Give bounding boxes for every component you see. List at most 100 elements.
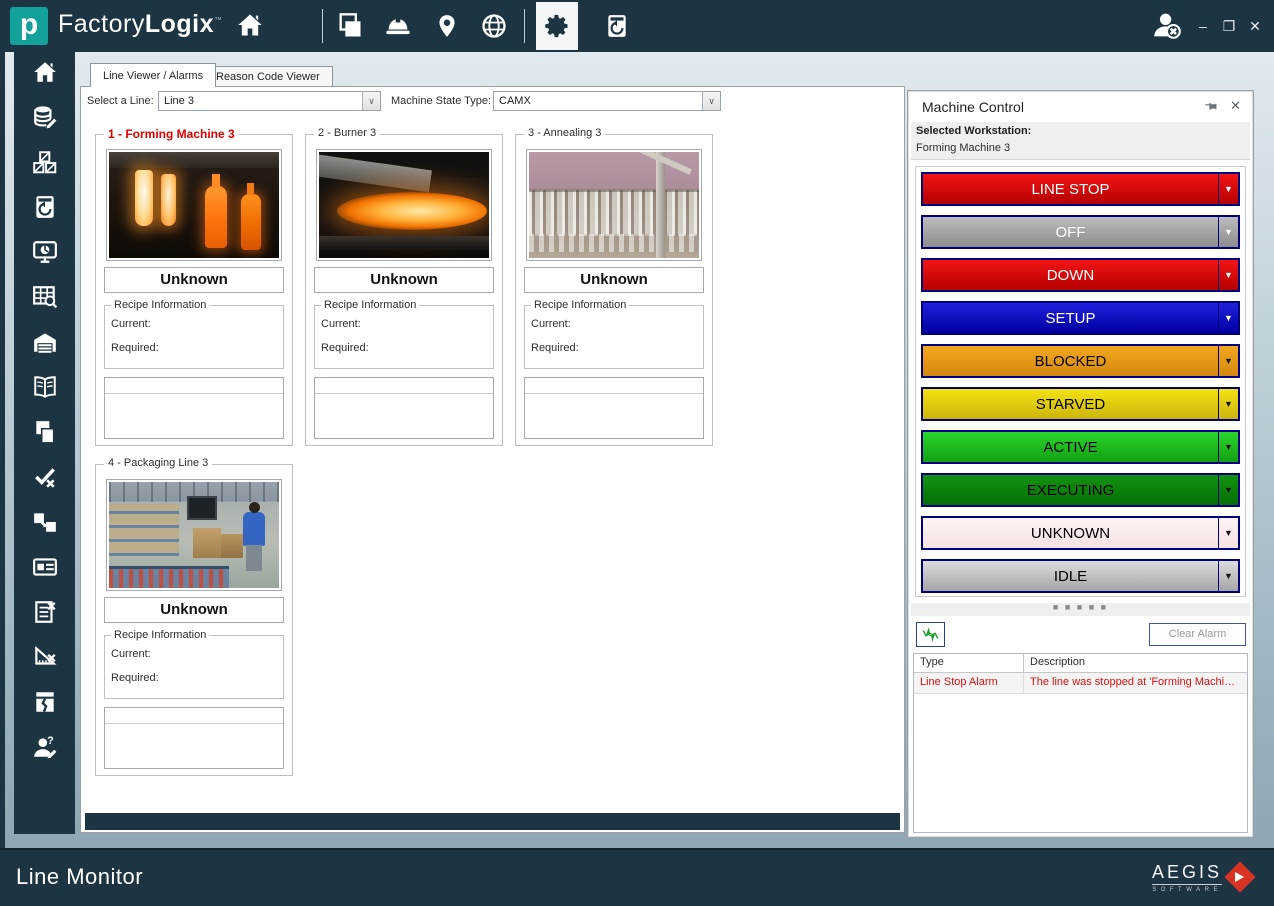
chevron-down-icon[interactable]: ▼	[1218, 561, 1238, 591]
sidebar-item-verify[interactable]	[14, 457, 75, 502]
recipe-current-label: Current:	[111, 318, 151, 330]
sidebar-item-documents[interactable]	[14, 412, 75, 457]
svg-text:?: ?	[47, 735, 54, 747]
toolbar-separator	[322, 9, 323, 43]
state-button-line-stop[interactable]: LINE STOP▼	[921, 172, 1240, 206]
sidebar-item-docs[interactable]	[14, 367, 75, 412]
machine-image-frame	[526, 149, 702, 261]
machine-panel-packaging[interactable]: 4 - Packaging Line 3 Unknown Recipe Info…	[95, 464, 293, 776]
documents-icon	[32, 419, 58, 450]
selected-workstation-band: Selected Workstation: Forming Machine 3	[911, 122, 1250, 160]
sidebar-item-restore[interactable]	[14, 187, 75, 232]
user-logout-icon[interactable]	[1150, 8, 1184, 47]
pin-icon[interactable]	[1204, 101, 1217, 119]
machine-alarm-list	[104, 377, 284, 439]
maximize-button[interactable]: ❐	[1220, 18, 1238, 35]
sidebar-item-data[interactable]	[14, 97, 75, 142]
state-button-blocked[interactable]: BLOCKED▼	[921, 344, 1240, 378]
sidebar-item-scrap[interactable]	[14, 682, 75, 727]
tab-reason-code-viewer[interactable]: Reason Code Viewer	[203, 66, 333, 87]
minimize-button[interactable]: –	[1194, 18, 1212, 34]
factorylogix-logo: p	[10, 7, 48, 45]
application-window: p FactoryLogix™ – ❐ ✕	[0, 0, 1274, 906]
machine-image-frame	[106, 479, 282, 591]
sidebar-item-materials[interactable]	[14, 142, 75, 187]
machine-title: 1 - Forming Machine 3	[104, 127, 239, 141]
chevron-down-icon[interactable]: ▼	[1218, 174, 1238, 204]
state-button-executing[interactable]: EXECUTING▼	[921, 473, 1240, 507]
sidebar-item-dashboard[interactable]	[14, 232, 75, 277]
chevron-down-icon[interactable]: ∨	[702, 92, 720, 110]
alarm-description-cell: The line was stopped at 'Forming Machine…	[1024, 673, 1247, 693]
state-button-down[interactable]: DOWN▼	[921, 258, 1240, 292]
chevron-down-icon[interactable]: ▼	[1218, 217, 1238, 247]
sidebar-item-measure[interactable]	[14, 637, 75, 682]
recipe-information-group: Recipe Information Current: Required:	[104, 635, 284, 699]
chevron-down-icon[interactable]: ▼	[1218, 303, 1238, 333]
machine-alarm-list	[314, 377, 494, 439]
column-header-description[interactable]: Description	[1024, 654, 1247, 672]
state-button-unknown[interactable]: UNKNOWN▼	[921, 516, 1240, 550]
recipe-required-label: Required:	[111, 342, 159, 354]
machine-image-frame	[106, 149, 282, 261]
sidebar-item-operator[interactable]: ?	[14, 727, 75, 772]
transfer-icon	[32, 509, 58, 540]
device-restore-icon	[32, 194, 58, 225]
chevron-down-icon[interactable]: ▼	[1218, 432, 1238, 462]
clear-alarm-button[interactable]: Clear Alarm	[1149, 623, 1246, 646]
home-icon[interactable]	[236, 11, 264, 44]
window-left-edge	[0, 52, 5, 848]
alarm-table-header: Type Description	[914, 654, 1247, 673]
aegis-logo: AEGIS SOFTWARE	[1152, 862, 1256, 893]
packaging-line-photo	[109, 482, 279, 588]
main-horizontal-scrollbar[interactable]	[85, 813, 900, 830]
globe-icon[interactable]	[480, 12, 508, 45]
sidebar-item-warehouse[interactable]	[14, 322, 75, 367]
dashboard-monitor-icon	[32, 239, 58, 270]
close-button[interactable]: ✕	[1246, 18, 1264, 35]
gear-icon[interactable]	[536, 2, 578, 50]
documents-icon[interactable]	[336, 12, 364, 45]
aegis-diamond-icon	[1226, 863, 1256, 893]
alarm-table-row[interactable]: Line Stop Alarm The line was stopped at …	[914, 673, 1247, 694]
line-select-dropdown[interactable]: Line 3 ∨	[158, 91, 381, 111]
column-header-type[interactable]: Type	[914, 654, 1024, 672]
machine-state-type-dropdown[interactable]: CAMX ∨	[493, 91, 721, 111]
chevron-down-icon[interactable]: ▼	[1218, 518, 1238, 548]
sidebar-item-badge[interactable]	[14, 547, 75, 592]
device-restore-icon[interactable]	[604, 12, 630, 45]
state-buttons-container: LINE STOP▼ OFF▼ DOWN▼ SETUP▼ BLOCKED▼ ST…	[915, 166, 1246, 597]
recipe-required-label: Required:	[111, 672, 159, 684]
chevron-down-icon[interactable]: ∨	[362, 92, 380, 110]
machine-panel-forming[interactable]: 1 - Forming Machine 3 Unknown Recipe Inf…	[95, 134, 293, 446]
chevron-down-icon[interactable]: ▼	[1218, 475, 1238, 505]
machine-panel-annealing[interactable]: 3 - Annealing 3 Unknown Recipe Informati…	[515, 134, 713, 446]
brand-text: FactoryLogix™	[58, 10, 223, 39]
line-viewer-pane: Select a Line: Line 3 ∨ Machine State Ty…	[80, 86, 905, 833]
sidebar-item-transfer[interactable]	[14, 502, 75, 547]
sidebar-item-table-query[interactable]	[14, 277, 75, 322]
filter-row: Select a Line: Line 3 ∨ Machine State Ty…	[81, 90, 904, 112]
machine-panel-burner[interactable]: 2 - Burner 3 Unknown Recipe Information …	[305, 134, 503, 446]
panel-splitter[interactable]: ■ ■ ■ ■ ■	[911, 603, 1250, 616]
hardhat-icon[interactable]	[384, 12, 412, 45]
sidebar-item-home[interactable]	[14, 52, 75, 97]
state-button-active[interactable]: ACTIVE▼	[921, 430, 1240, 464]
refresh-button[interactable]	[916, 622, 945, 647]
check-x-icon	[32, 464, 58, 495]
recipe-information-group: Recipe Information Current: Required:	[104, 305, 284, 369]
close-panel-icon[interactable]: ✕	[1230, 98, 1241, 114]
state-button-setup[interactable]: SETUP▼	[921, 301, 1240, 335]
state-button-idle[interactable]: IDLE▼	[921, 559, 1240, 593]
chevron-down-icon[interactable]: ▼	[1218, 389, 1238, 419]
sidebar-item-task-list[interactable]	[14, 592, 75, 637]
state-button-starved[interactable]: STARVED▼	[921, 387, 1240, 421]
chevron-down-icon[interactable]: ▼	[1218, 260, 1238, 290]
map-pin-icon[interactable]	[434, 12, 460, 45]
state-button-off[interactable]: OFF▼	[921, 215, 1240, 249]
machine-title: 4 - Packaging Line 3	[104, 457, 212, 469]
chevron-down-icon[interactable]: ▼	[1218, 346, 1238, 376]
id-card-icon	[32, 554, 58, 585]
recipe-required-label: Required:	[321, 342, 369, 354]
tab-line-viewer-alarms[interactable]: Line Viewer / Alarms	[90, 63, 216, 87]
